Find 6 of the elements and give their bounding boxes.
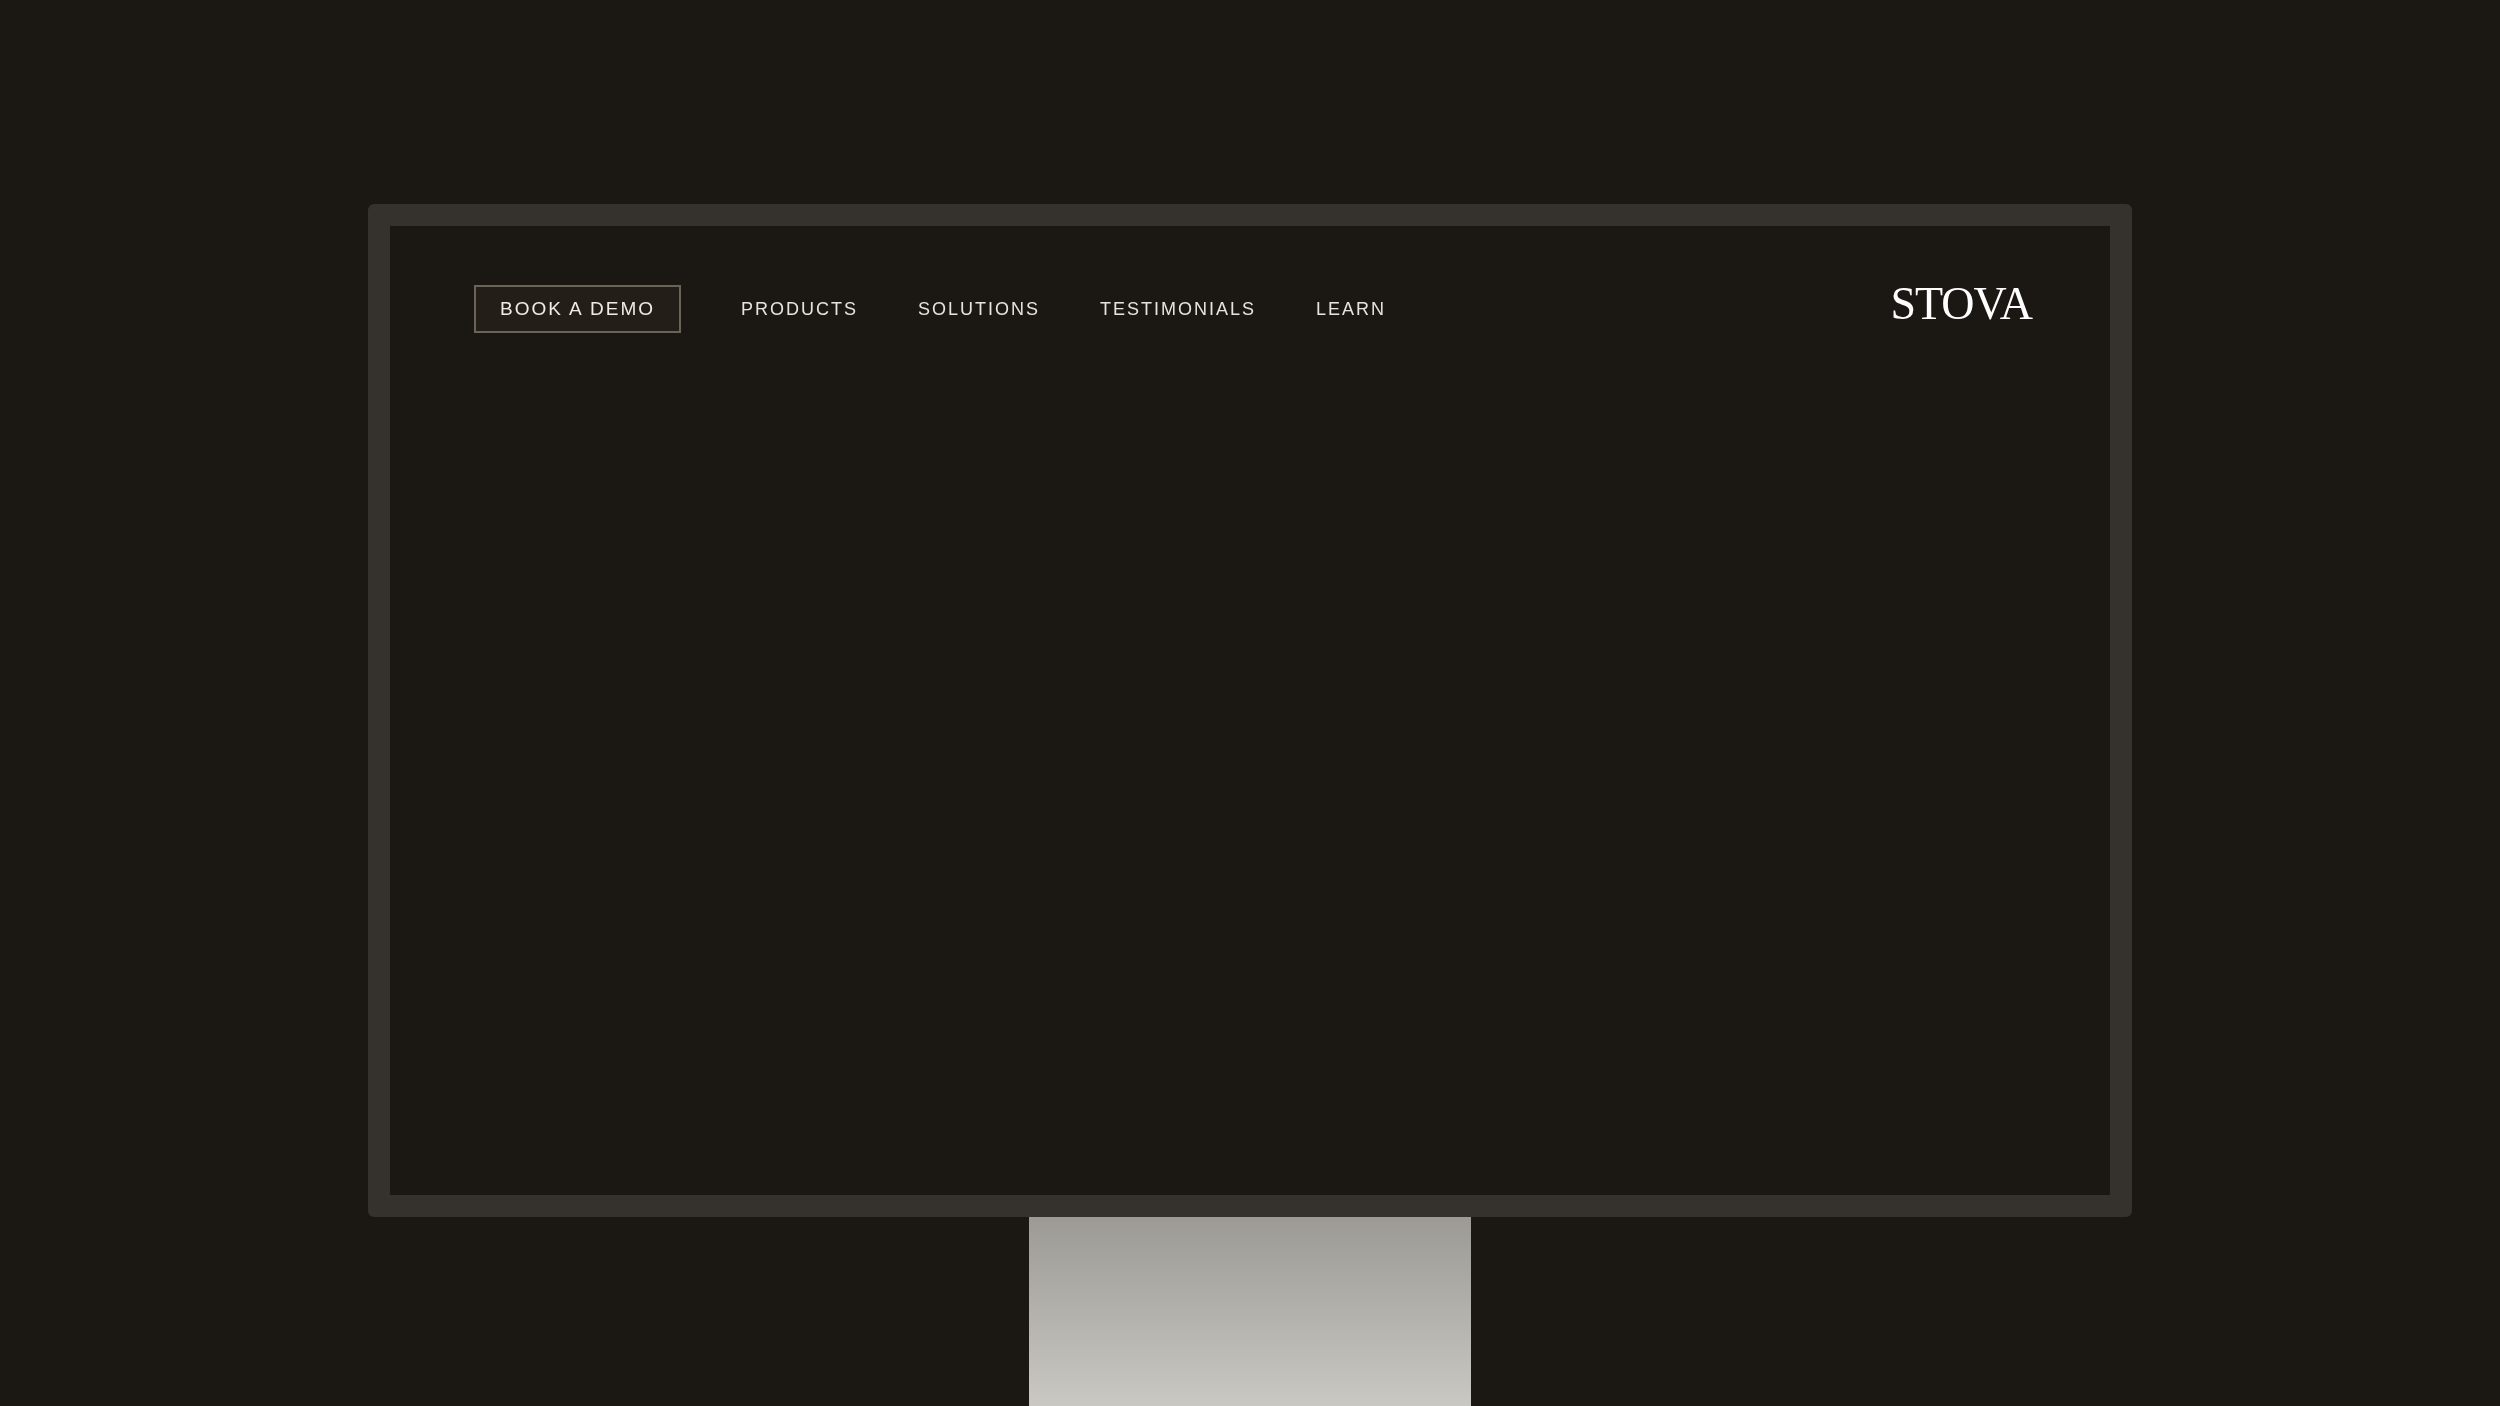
nav-link[interactable]: SOLUTIONS [918,295,1041,323]
logo[interactable]: STOVA [1890,281,2032,327]
nav-link[interactable]: TESTIMONIALS [1100,295,1257,323]
nav-link[interactable]: PRODUCTS [741,295,858,323]
nav-link[interactable]: LEARN [1316,295,1387,323]
book-demo-button[interactable]: BOOK A DEMO [474,285,681,333]
